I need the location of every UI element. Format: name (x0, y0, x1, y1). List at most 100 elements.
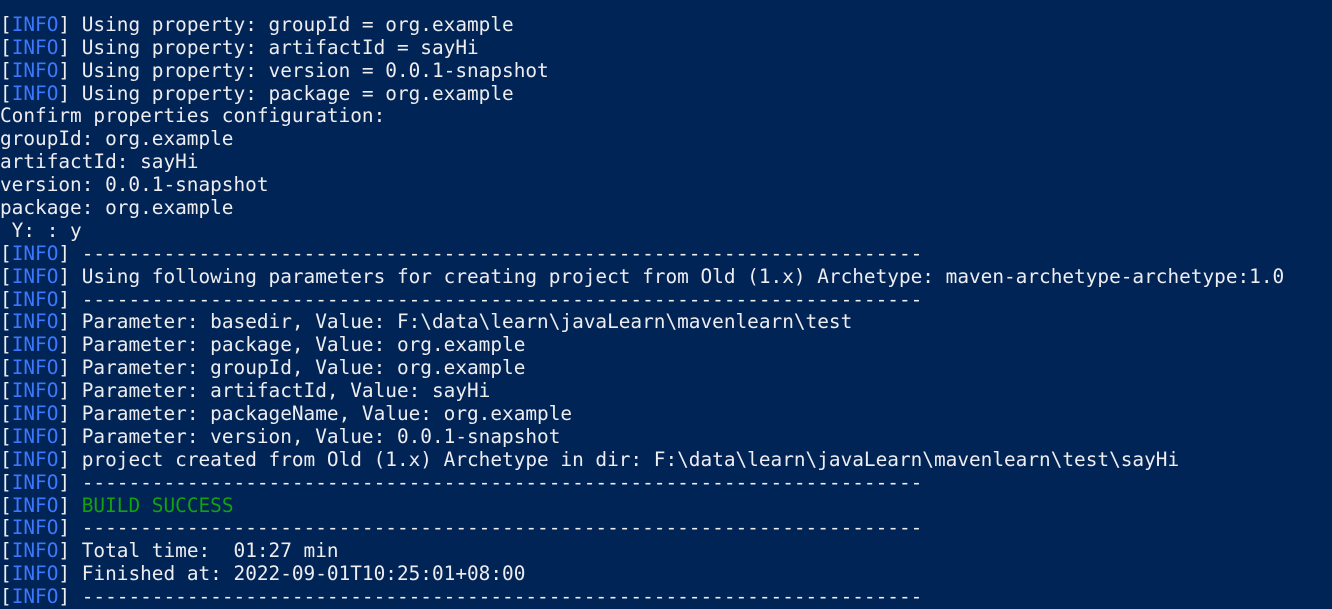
terminal-line: [INFO] Using property: version = 0.0.1-s… (0, 58, 1332, 83)
log-message: Finished at: 2022-09-01T10:25:01+08:00 (70, 562, 526, 586)
log-level-tag: INFO (11, 585, 59, 609)
terminal-output[interactable]: [INFO] Using property: groupId = org.exa… (0, 0, 1332, 609)
log-level-bracket-open: [ (0, 493, 12, 517)
log-message: version: 0.0.1-snapshot (0, 173, 269, 197)
log-message: artifactId: sayHi (0, 150, 199, 174)
log-level-bracket-open: [ (0, 379, 12, 403)
terminal-line: artifactId: sayHi (0, 150, 1332, 174)
log-level-bracket-open: [ (0, 585, 12, 609)
log-message: ----------------------------------------… (70, 470, 923, 494)
terminal-line: Y: : y (0, 218, 1332, 243)
terminal-line: [INFO] Using property: artifactId = sayH… (0, 35, 1332, 60)
log-level-bracket-open: [ (0, 447, 12, 471)
log-level-bracket-open: [ (0, 562, 12, 586)
log-message: ----------------------------------------… (70, 516, 923, 540)
terminal-line: [INFO] ---------------------------------… (0, 517, 1332, 540)
log-level-bracket-close: ] (58, 35, 71, 59)
log-level-tag: INFO (11, 562, 59, 586)
log-level-tag: INFO (11, 81, 59, 105)
log-message: Total time: 01:27 min (70, 539, 339, 563)
log-message: Parameter: artifactId, Value: sayHi (70, 379, 491, 403)
log-message: Using property: version = 0.0.1-snapshot (70, 58, 549, 82)
log-message: Confirm properties configuration: (0, 104, 386, 128)
terminal-line: [INFO] Parameter: version, Value: 0.0.1-… (0, 424, 1332, 449)
log-level-bracket-open: [ (0, 516, 12, 540)
log-level-bracket-close: ] (58, 539, 71, 563)
log-level-bracket-open: [ (0, 241, 12, 265)
log-level-tag: INFO (11, 356, 59, 380)
terminal-line: Confirm properties configuration: (0, 105, 1332, 128)
log-level-bracket-close: ] (58, 81, 71, 105)
log-level-bracket-close: ] (58, 12, 71, 36)
log-level-bracket-close: ] (58, 447, 71, 471)
terminal-line: [INFO] ---------------------------------… (0, 241, 1332, 266)
log-message: project created from Old (1.x) Archetype… (70, 447, 1180, 471)
build-success-message: BUILD SUCCESS (70, 493, 234, 517)
terminal-line: version: 0.0.1-snapshot (0, 173, 1332, 197)
log-level-tag: INFO (11, 12, 59, 36)
log-message: ----------------------------------------… (70, 287, 923, 311)
log-level-tag: INFO (11, 264, 59, 288)
log-level-tag: INFO (11, 493, 59, 517)
log-message: Using following parameters for creating … (70, 264, 1285, 288)
log-level-tag: INFO (11, 516, 59, 540)
log-level-bracket-open: [ (0, 539, 12, 563)
log-level-tag: INFO (11, 424, 59, 448)
log-level-tag: INFO (11, 470, 59, 494)
log-level-bracket-open: [ (0, 333, 12, 357)
log-level-bracket-open: [ (0, 310, 12, 334)
log-level-tag: INFO (11, 287, 59, 311)
log-message: Y: : y (0, 218, 82, 242)
log-message: Using property: package = org.example (70, 81, 514, 105)
log-level-bracket-open: [ (0, 81, 12, 105)
log-level-tag: INFO (11, 241, 59, 265)
log-message: Parameter: groupId, Value: org.example (70, 356, 526, 380)
log-message: ----------------------------------------… (70, 585, 923, 609)
terminal-line: [INFO] ---------------------------------… (0, 287, 1332, 312)
log-level-tag: INFO (11, 539, 59, 563)
log-level-bracket-close: ] (58, 287, 71, 311)
log-level-bracket-close: ] (58, 356, 71, 380)
log-level-tag: INFO (11, 447, 59, 471)
terminal-line: [INFO] Using property: groupId = org.exa… (0, 12, 1332, 37)
terminal-line: [INFO] Finished at: 2022-09-01T10:25:01+… (0, 562, 1332, 586)
log-level-tag: INFO (11, 58, 59, 82)
log-message: Using property: groupId = org.example (70, 12, 514, 36)
log-level-bracket-close: ] (58, 333, 71, 357)
terminal-line: [INFO] Using property: package = org.exa… (0, 81, 1332, 106)
terminal-line: [INFO] Parameter: artifactId, Value: say… (0, 379, 1332, 403)
log-level-bracket-close: ] (58, 58, 71, 82)
log-message: Using property: artifactId = sayHi (70, 35, 479, 59)
log-level-tag: INFO (11, 402, 59, 426)
log-message: package: org.example (0, 196, 234, 220)
log-level-bracket-close: ] (58, 470, 71, 494)
log-message: Parameter: version, Value: 0.0.1-snapsho… (70, 424, 561, 448)
terminal-line: [INFO] Parameter: groupId, Value: org.ex… (0, 356, 1332, 380)
log-level-bracket-close: ] (58, 424, 71, 448)
terminal-line: [INFO] Parameter: packageName, Value: or… (0, 402, 1332, 426)
log-level-bracket-close: ] (58, 402, 71, 426)
terminal-line: [INFO] BUILD SUCCESS (0, 493, 1332, 518)
log-level-bracket-close: ] (58, 241, 71, 265)
log-message: ----------------------------------------… (70, 241, 923, 265)
log-level-bracket-open: [ (0, 470, 12, 494)
log-level-bracket-close: ] (58, 264, 71, 288)
log-message: Parameter: basedir, Value: F:\data\learn… (70, 310, 853, 334)
terminal-line: groupId: org.example (0, 127, 1332, 151)
log-level-bracket-close: ] (58, 493, 71, 517)
log-level-bracket-close: ] (58, 379, 71, 403)
log-level-tag: INFO (11, 333, 59, 357)
log-level-bracket-open: [ (0, 402, 12, 426)
log-level-bracket-open: [ (0, 356, 12, 380)
log-level-bracket-open: [ (0, 264, 12, 288)
terminal-line: [INFO] Parameter: basedir, Value: F:\dat… (0, 311, 1332, 334)
log-level-bracket-close: ] (58, 562, 71, 586)
terminal-line: [INFO] project created from Old (1.x) Ar… (0, 447, 1332, 472)
log-level-bracket-close: ] (58, 585, 71, 609)
log-level-tag: INFO (11, 310, 59, 334)
log-level-bracket-close: ] (58, 310, 71, 334)
log-level-bracket-open: [ (0, 58, 12, 82)
terminal-line: [INFO] ---------------------------------… (0, 470, 1332, 495)
log-message: Parameter: packageName, Value: org.examp… (70, 402, 573, 426)
